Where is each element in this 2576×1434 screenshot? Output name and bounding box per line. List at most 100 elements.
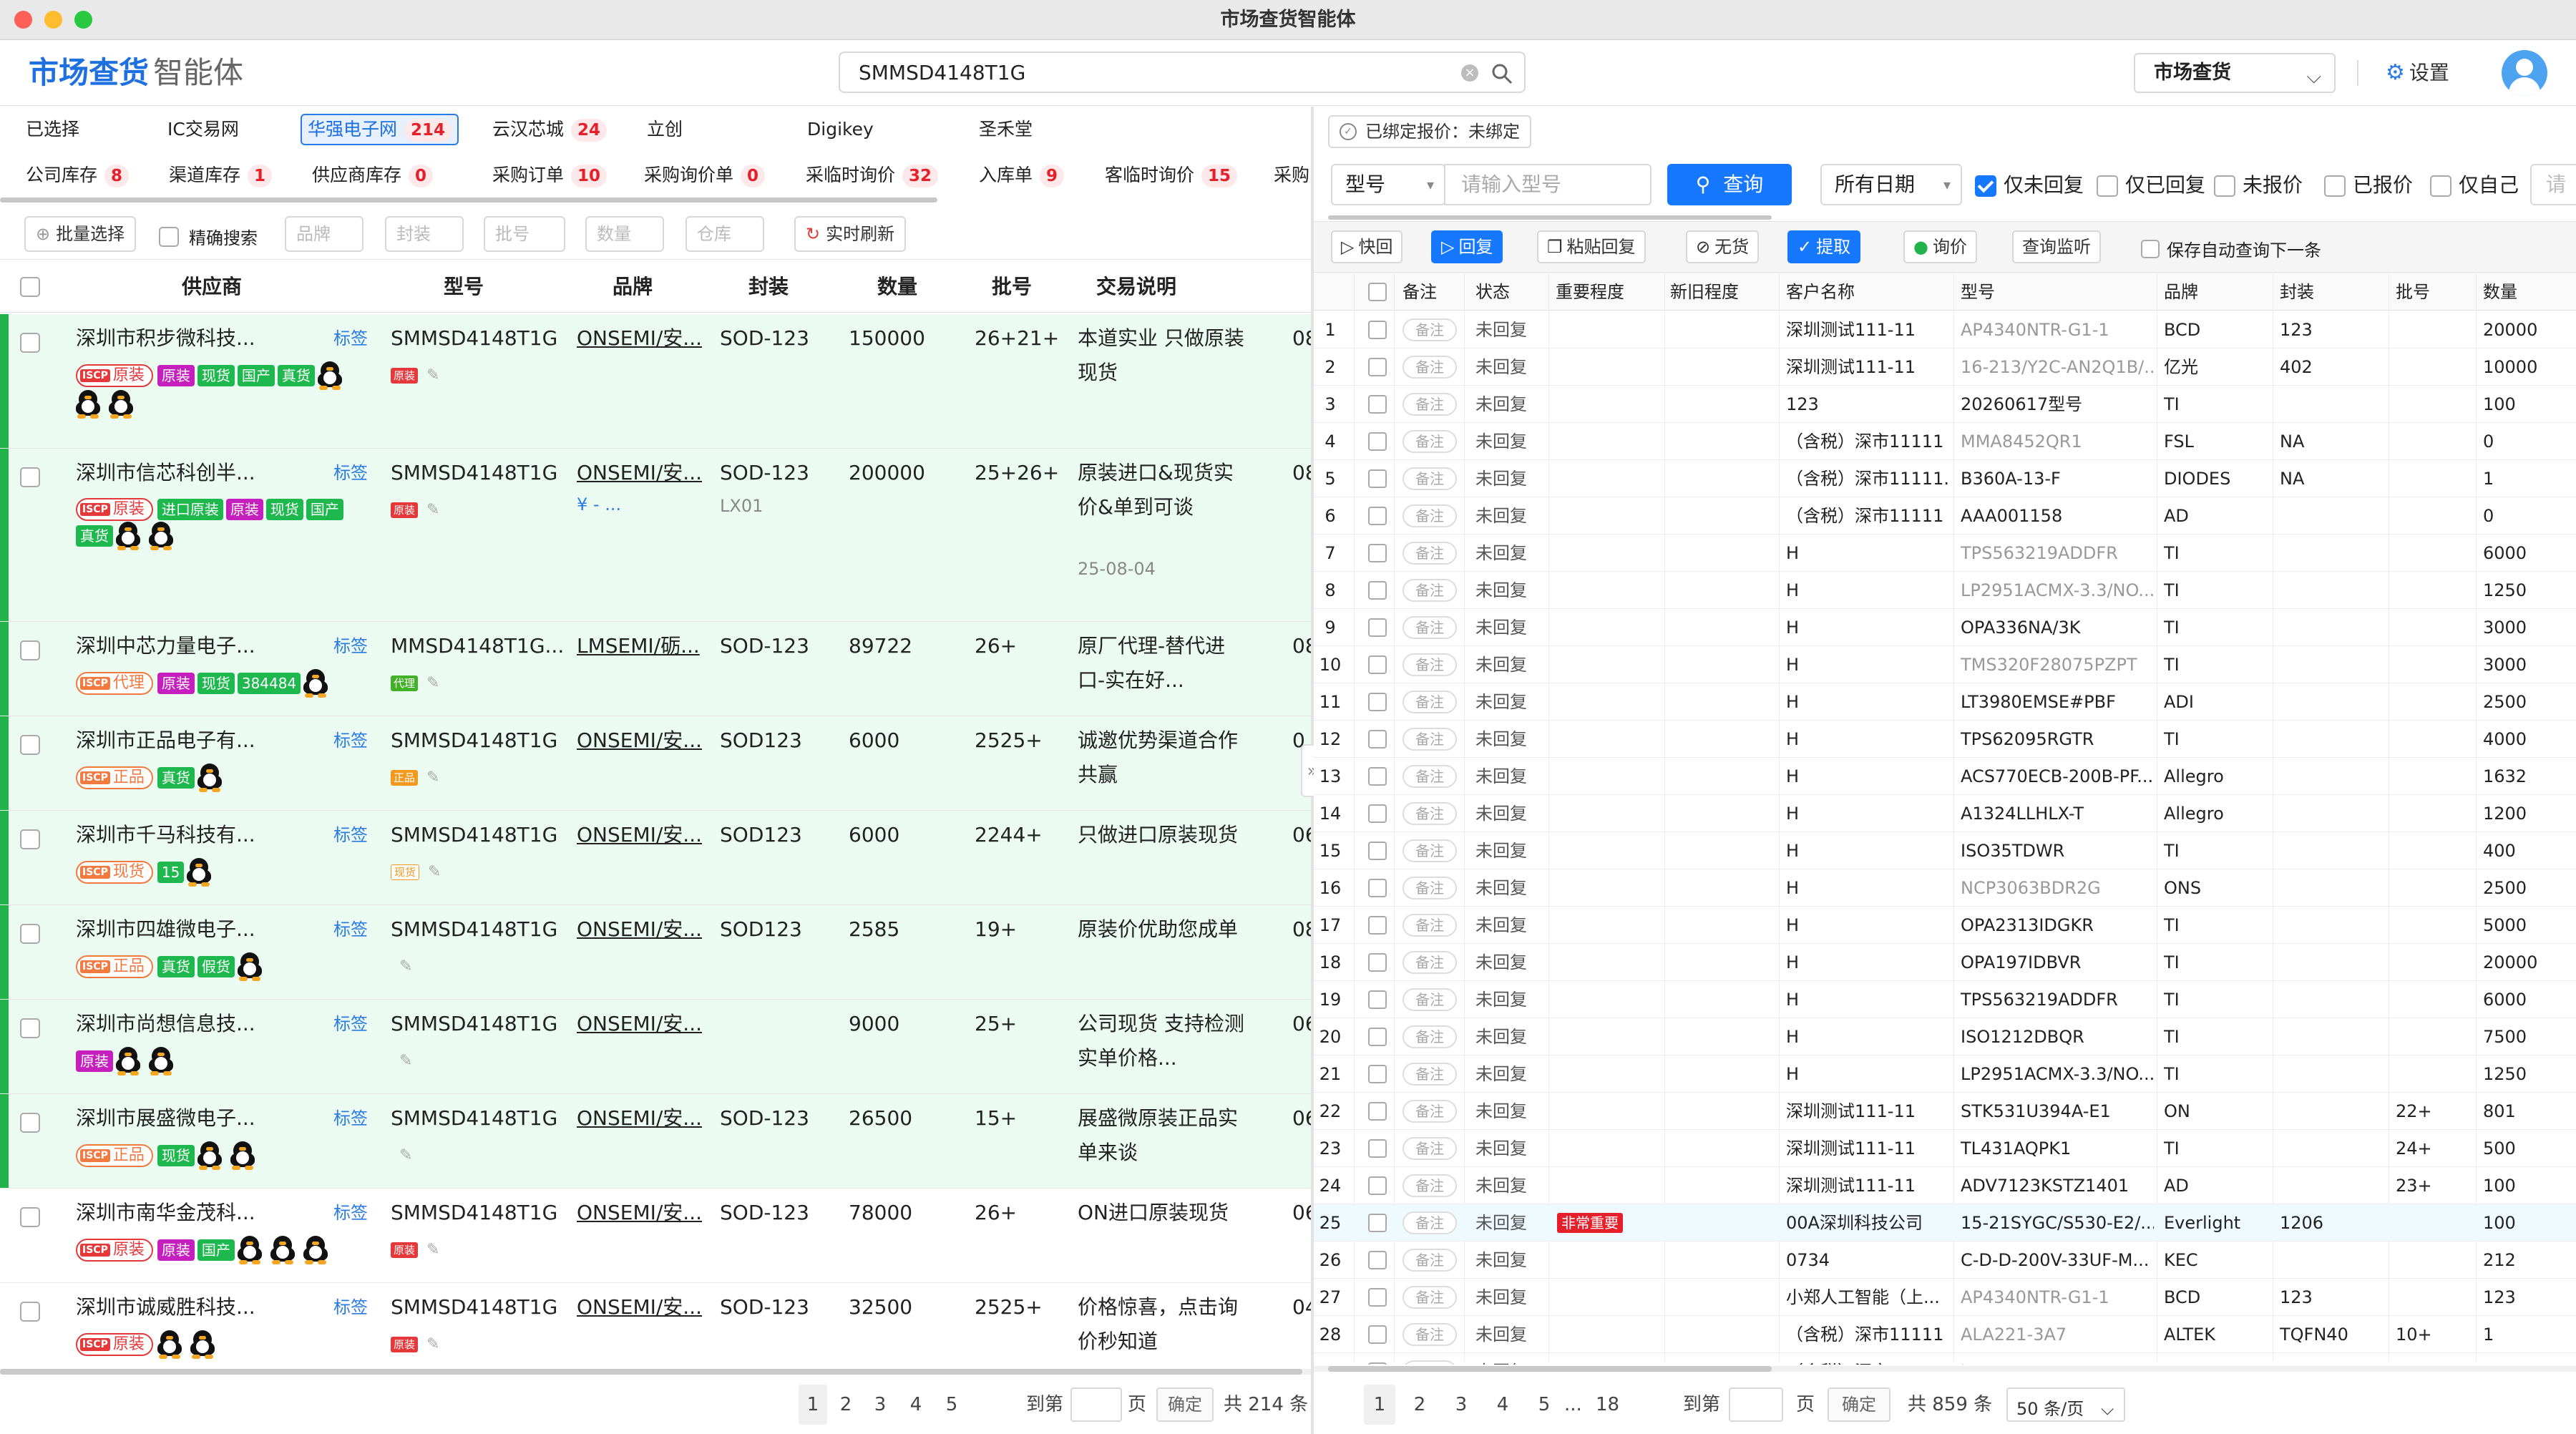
qq-penguin-icon[interactable]: [230, 1141, 255, 1170]
inquiry-row[interactable]: 25 备注 未回复 非常重要 00A深圳科技公司 15-21SYGC/S530-E2/..…: [1314, 1204, 2576, 1242]
inquiry-row[interactable]: 3 备注 未回复 123 20260617型号 TI 100: [1314, 386, 2576, 423]
filter-checkbox[interactable]: [1975, 175, 1996, 197]
tag-link[interactable]: 标签: [333, 1196, 368, 1230]
tag-link[interactable]: 标签: [333, 321, 368, 356]
row-checkbox[interactable]: [20, 829, 40, 849]
note-button[interactable]: 备注: [1402, 1286, 1457, 1309]
inquiry-row[interactable]: 27 备注 未回复 小郑人工智能（上... AP4340NTR-G1-1 BCD 123 12…: [1314, 1279, 2576, 1316]
inquiry-row[interactable]: 29 备注 未回复 （含税）深市... lmc344 20: [1314, 1353, 2576, 1365]
note-button[interactable]: 备注: [1402, 356, 1457, 379]
row-checkbox[interactable]: [1368, 1325, 1387, 1344]
paste-reply-button[interactable]: ❐ 粘贴回复: [1537, 230, 1646, 263]
qq-penguin-icon[interactable]: [237, 1236, 262, 1264]
select-all-inquiries-checkbox[interactable]: [1368, 283, 1387, 301]
note-button[interactable]: 备注: [1402, 1323, 1457, 1346]
qq-penguin-icon[interactable]: [190, 1330, 215, 1359]
supplier-name[interactable]: 深圳市尚想信息技...: [76, 1007, 255, 1041]
market-select[interactable]: 市场查货 ⌵: [2134, 53, 2336, 93]
page-last-button[interactable]: 18: [1596, 1385, 1619, 1425]
row-checkbox[interactable]: [1368, 916, 1387, 935]
qq-penguin-icon[interactable]: [157, 1330, 182, 1359]
qq-penguin-icon[interactable]: [149, 522, 173, 550]
inquiry-row[interactable]: 6 备注 未回复 （含税）深市11111 AAA001158 AD 0: [1314, 497, 2576, 535]
row-checkbox[interactable]: [1368, 507, 1387, 525]
inquiry-row[interactable]: 11 备注 未回复 H LT3980EMSE#PBF ADI 2500: [1314, 683, 2576, 721]
inventory-tab-8[interactable]: 采购: [1268, 160, 1311, 191]
query-button[interactable]: ⚲ 查询: [1667, 164, 1792, 205]
tab-6[interactable]: 圣禾堂: [973, 114, 1038, 145]
auto-query-checkbox[interactable]: 保存自动查询下一条: [2141, 236, 2321, 261]
row-checkbox[interactable]: [1368, 544, 1387, 562]
tag-link[interactable]: 标签: [333, 818, 368, 852]
brand-link[interactable]: ONSEMI/安...: [577, 1290, 702, 1325]
no-stock-button[interactable]: ⊘ 无货: [1686, 230, 1760, 263]
inquiry-row[interactable]: 10 备注 未回复 H TMS320F28075PZPT TI 3000: [1314, 646, 2576, 683]
brand-link[interactable]: LMSEMI/砺...: [577, 629, 700, 663]
brand-link[interactable]: ONSEMI/安...: [577, 1101, 702, 1136]
inventory-tab-7[interactable]: 客临时询价 15: [1099, 160, 1243, 191]
inquiry-row[interactable]: 15 备注 未回复 H ISO35TDWR TI 400: [1314, 832, 2576, 869]
filter-checkbox[interactable]: [2324, 175, 2346, 197]
supplier-name[interactable]: 深圳市四雄微电子...: [76, 912, 255, 947]
warehouse-filter[interactable]: 仓库: [686, 216, 764, 252]
qq-penguin-icon[interactable]: [149, 1047, 173, 1076]
realtime-refresh-button[interactable]: ↻ 实时刷新: [794, 216, 907, 252]
inquiry-button[interactable]: ● 询价: [1903, 230, 1977, 263]
brand-link[interactable]: ONSEMI/安...: [577, 321, 702, 356]
note-button[interactable]: 备注: [1402, 728, 1457, 751]
supplier-name[interactable]: 深圳市诚威胜科技...: [76, 1290, 255, 1325]
supplier-row[interactable]: 深圳市千马科技有... 标签 SMMSD4148T1G ONSEMI/安... SOD1…: [0, 811, 1311, 905]
note-button[interactable]: 备注: [1402, 951, 1457, 974]
edit-pencil-icon[interactable]: ✎: [426, 1336, 439, 1353]
qq-penguin-icon[interactable]: [303, 669, 328, 698]
inventory-tab-4[interactable]: 采购询价单 0: [638, 160, 771, 191]
tab-2[interactable]: 华强电子网 214: [301, 114, 459, 145]
goto-page-input[interactable]: [1070, 1387, 1122, 1422]
note-button[interactable]: 备注: [1402, 318, 1457, 341]
tag-link[interactable]: 标签: [333, 629, 368, 663]
query-monitor-button[interactable]: 查询监听: [2012, 230, 2101, 263]
inquiry-row[interactable]: 21 备注 未回复 H LP2951ACMX-3.3/NO... TI 1250: [1314, 1055, 2576, 1093]
goto-page-input[interactable]: [1729, 1387, 1783, 1422]
qq-penguin-icon[interactable]: [116, 1047, 140, 1076]
model-input[interactable]: 请输入型号: [1444, 164, 1652, 205]
tab-3[interactable]: 云汉芯城 24: [487, 114, 613, 145]
auto-query-box[interactable]: [2141, 239, 2160, 258]
goto-confirm-button[interactable]: 确定: [1156, 1387, 1214, 1422]
note-button[interactable]: 备注: [1402, 914, 1457, 937]
row-checkbox[interactable]: [20, 467, 40, 487]
edit-pencil-icon[interactable]: ✎: [426, 675, 439, 692]
note-button[interactable]: 备注: [1402, 765, 1457, 788]
row-checkbox[interactable]: [1368, 1065, 1387, 1083]
filter-4[interactable]: 仅自己: [2430, 172, 2519, 198]
supplier-row[interactable]: 深圳市四雄微电子... 标签 SMMSD4148T1G ONSEMI/安... SOD1…: [0, 905, 1311, 1000]
note-button[interactable]: 备注: [1402, 430, 1457, 453]
brand-link[interactable]: ONSEMI/安...: [577, 818, 702, 852]
batch-select-button[interactable]: ⊕ 批量选择: [24, 216, 137, 252]
tab-0[interactable]: 已选择: [20, 114, 85, 145]
brand-link[interactable]: ONSEMI/安...: [577, 1196, 702, 1230]
quick-reply-button[interactable]: ▷ 快回: [1331, 230, 1403, 263]
supplier-name[interactable]: 深圳中芯力量电子...: [76, 629, 255, 663]
inquiry-hscrollbar[interactable]: [1314, 1366, 2576, 1372]
brand-link[interactable]: ONSEMI/安...: [577, 912, 702, 947]
note-button[interactable]: 备注: [1402, 988, 1457, 1011]
qq-penguin-icon[interactable]: [303, 1236, 328, 1264]
page-1-button[interactable]: 1: [1364, 1385, 1395, 1425]
row-checkbox[interactable]: [1368, 655, 1387, 674]
results-hscrollbar[interactable]: [0, 1369, 1311, 1375]
inquiry-row[interactable]: 5 备注 未回复 （含税）深市11111... B360A-13-F DIODES NA 1: [1314, 460, 2576, 497]
row-checkbox[interactable]: [1368, 879, 1387, 897]
inquiry-row[interactable]: 1 备注 未回复 深圳测试111-11 AP4340NTR-G1-1 BCD 123 2000…: [1314, 311, 2576, 348]
edit-pencil-icon[interactable]: ✎: [426, 367, 439, 384]
page-2-button[interactable]: 2: [1404, 1385, 1435, 1425]
clear-search-icon[interactable]: ×: [1461, 64, 1478, 82]
row-checkbox[interactable]: [1368, 1214, 1387, 1232]
row-checkbox[interactable]: [1368, 581, 1387, 600]
supplier-name[interactable]: 深圳市南华金茂科...: [76, 1196, 255, 1230]
note-button[interactable]: 备注: [1402, 393, 1457, 416]
tag-link[interactable]: 标签: [333, 456, 368, 490]
row-checkbox[interactable]: [1368, 1102, 1387, 1121]
note-button[interactable]: 备注: [1402, 691, 1457, 713]
row-checkbox[interactable]: [1368, 321, 1387, 339]
